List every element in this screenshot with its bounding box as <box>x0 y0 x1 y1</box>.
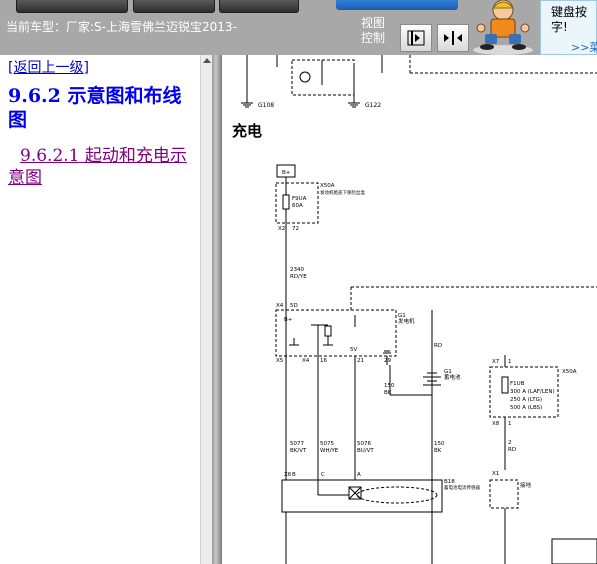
wire-label-5075: 5075 <box>320 441 334 447</box>
fuse-pin-2: 72 <box>292 226 299 232</box>
gen-terminal-5d: 5D <box>290 303 298 309</box>
gen-terminal-b: B+ <box>284 317 293 323</box>
battery-terminal-label: B+ <box>282 170 291 176</box>
gen-name: 发电机 <box>398 317 415 325</box>
toolbar-button-2[interactable] <box>133 0 215 13</box>
wire-label-bka: BK <box>384 390 392 396</box>
ground-right-id: X1 <box>492 471 499 477</box>
sensor-id: B18 <box>444 479 455 485</box>
right-fuse-line-3: 250 A (LTG) <box>510 397 542 403</box>
view-control-label: 视图控制 <box>361 16 386 45</box>
battery-wire: RD <box>434 343 442 349</box>
right-fuse-pin-x8: X8 <box>492 421 500 427</box>
wire-label-150a: 150 <box>384 383 395 389</box>
wire-label-buvt: BU/VT <box>357 448 374 454</box>
fuse-label: F9UA <box>292 196 307 202</box>
gen-terminal-x5: X5 <box>276 358 284 364</box>
diagram-panel: G108 G122 B+ X50A 发动机舱盖下保险丝盒 F9UA 60A X2… <box>222 55 597 564</box>
fuse-rating: 60A <box>292 203 303 209</box>
wire-label-bkvt: BK/VT <box>290 448 307 454</box>
battery-name: 蓄电池 <box>444 373 461 381</box>
tip-text: 键盘按字! <box>551 5 588 34</box>
gen-terminal-16: 16 <box>320 358 327 364</box>
ground-right-name: 接地 <box>520 481 532 489</box>
sensor-name: 蓄电池电流传感器 <box>444 484 480 491</box>
ground-right-wire: RD <box>508 447 516 453</box>
collapse-arrow-icon <box>407 30 425 46</box>
gen-terminal-x4: X4 <box>276 303 284 309</box>
right-fuse-pin-1b: 1 <box>508 421 512 427</box>
wire-label-1: 2340 <box>290 267 304 273</box>
pane-splitter[interactable] <box>212 55 222 564</box>
right-fuse-line-4: 500 A (LBS) <box>510 405 542 411</box>
toolbar-button-1[interactable] <box>16 0 128 13</box>
top-bar: 当前车型：厂家:S-上海雪佛兰迈锐宝2013- 视图控制 键盘按字! >>菜 <box>0 0 597 55</box>
sensor-pin-c: C <box>321 472 325 478</box>
wire-label-5076: 5076 <box>357 441 371 447</box>
fuse-box-id: X50A <box>320 183 335 189</box>
right-fuse-line-1: F1UB <box>510 381 525 387</box>
right-fuse-line-2: 300 A (LAF/LEN) <box>510 389 555 395</box>
wire-label-150b: 150 <box>434 441 445 447</box>
left-panel: [返回上一级] 9.6.2 示意图和布线图 9.6.2.1 起动和充电示意图 <box>0 55 200 564</box>
back-link[interactable]: [返回上一级] <box>8 57 89 77</box>
wire-label-5077: 5077 <box>290 441 304 447</box>
right-fuse-pin-1a: 1 <box>508 359 512 365</box>
split-arrows-icon <box>444 31 462 45</box>
mascot-icon <box>473 0 533 55</box>
gen-terminal-29: 29 <box>384 358 391 364</box>
diagram-heading: 充电 <box>232 122 263 140</box>
sensor-pin-x6: X6 <box>284 472 292 478</box>
gen-terminal-21: 21 <box>357 358 364 364</box>
view-single-button[interactable] <box>400 24 432 52</box>
ground-right-pin: 2 <box>508 440 512 446</box>
sensor-pin-b: B <box>292 472 296 478</box>
wire-label-whye: WH/YE <box>320 448 339 454</box>
wire-label-2: RD/YE <box>290 274 307 280</box>
tip-bubble: 键盘按字! >>菜 <box>540 0 597 55</box>
scroll-up-icon[interactable] <box>203 58 211 63</box>
toolbar-blue-button[interactable] <box>336 0 458 10</box>
subsection-link[interactable]: 9.6.2.1 起动和充电示意图 <box>8 145 196 189</box>
gen-terminal-x4b: X4 <box>302 358 310 364</box>
current-car-label: 当前车型：厂家:S-上海雪佛兰迈锐宝2013- <box>6 20 237 34</box>
toolbar-button-3[interactable] <box>219 0 299 13</box>
wiring-diagram: G108 G122 B+ X50A 发动机舱盖下保险丝盒 F9UA 60A X2… <box>241 55 597 564</box>
fuse-pin-1: X2 <box>278 226 285 232</box>
right-fuse-id: X50A <box>562 369 577 375</box>
wire-label-bkb: BK <box>434 448 442 454</box>
fuse-box-name: 发动机舱盖下保险丝盒 <box>320 189 365 196</box>
sensor-pin-a: A <box>357 472 361 478</box>
tip-link[interactable]: >>菜 <box>571 39 597 55</box>
ground-label-g108: G108 <box>258 102 274 109</box>
gen-terminal-5v: 5V <box>350 347 357 353</box>
ground-label-g122: G122 <box>365 102 381 109</box>
right-fuse-pin-x7: X7 <box>492 359 500 365</box>
section-title[interactable]: 9.6.2 示意图和布线图 <box>8 84 196 132</box>
